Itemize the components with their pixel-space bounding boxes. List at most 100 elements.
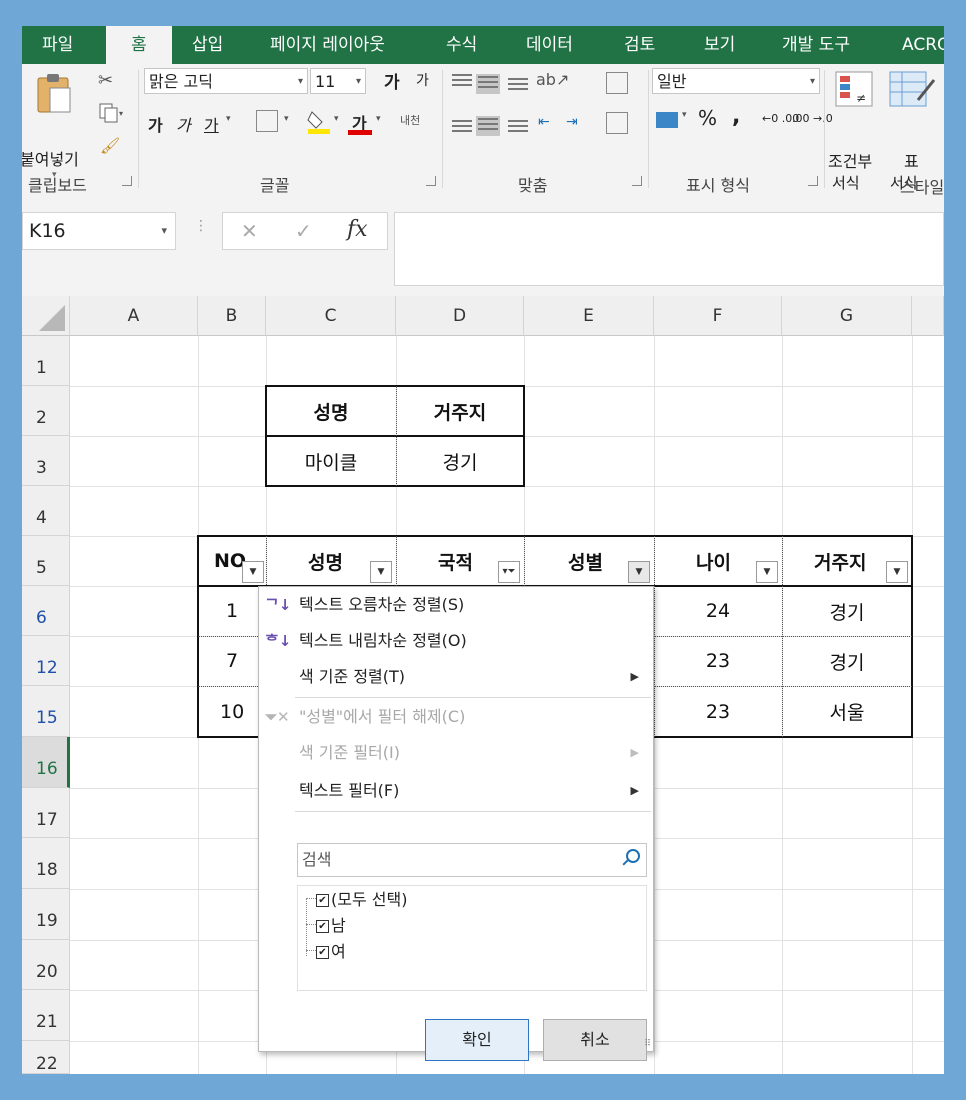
align-left-icon[interactable] [452,120,472,136]
fill-color-icon[interactable] [306,108,332,138]
paste-button[interactable] [34,72,78,120]
data-cell-age[interactable]: 24 [654,586,782,636]
data-cell-residence[interactable]: 경기 [782,636,912,686]
tab-view[interactable]: 보기 [704,26,735,64]
orientation-icon[interactable]: ab↗ [536,70,569,89]
small-table-cell-residence[interactable]: 경기 [396,436,524,486]
align-middle-icon[interactable] [476,74,500,94]
select-all-button[interactable] [22,296,70,336]
small-table-header-residence[interactable]: 거주지 [396,386,524,436]
bold-button[interactable]: 가 [148,112,163,136]
filter-by-color-item[interactable]: 색 기준 필터(I) ▶ [259,735,651,771]
row-header[interactable]: 5 [22,536,70,586]
shrink-font-button[interactable]: 가 [416,70,429,90]
row-header[interactable]: 15 [22,686,70,737]
data-cell-residence[interactable]: 경기 [782,586,912,636]
comma-button[interactable]: , [732,104,740,129]
tab-formulas[interactable]: 수식 [446,26,477,64]
resize-grip-icon[interactable]: ⠿ [644,1039,651,1049]
borders-icon[interactable] [256,110,278,132]
cancel-button[interactable]: 취소 [543,1019,647,1061]
tab-acrobat[interactable]: ACRO [902,26,944,64]
clear-filter-item[interactable]: ⏷✕ "성별"에서 필터 해제(C) [259,699,651,735]
data-cell-residence[interactable]: 서울 [782,686,912,737]
underline-button[interactable]: 가 [204,112,219,136]
align-right-icon[interactable] [508,120,528,136]
tab-insert[interactable]: 삽입 [192,26,223,64]
filter-dropdown-button[interactable]: ▼ [756,561,778,583]
cancel-formula-button[interactable]: ✕ [241,219,258,243]
clipboard-launcher-icon[interactable] [122,176,132,186]
sort-ascending-item[interactable]: ᄀ↓ 텍스트 오름차순 정렬(S) [259,587,651,623]
row-header-selected[interactable]: 16 [22,737,70,788]
tab-page-layout[interactable]: 페이지 레이아웃 [270,26,385,64]
enter-formula-button[interactable]: ✓ [295,219,312,243]
insert-function-button[interactable]: fx [347,217,368,242]
merge-center-icon[interactable] [606,112,628,134]
column-header-e[interactable]: E [524,296,654,336]
alignment-launcher-icon[interactable] [632,176,642,186]
small-table-cell-name[interactable]: 마이클 [266,436,396,486]
column-header-c[interactable]: C [266,296,396,336]
font-name-combo[interactable]: 맑은 고딕 ▾ [144,68,308,94]
column-header-h[interactable] [912,296,944,336]
row-header[interactable]: 18 [22,838,70,889]
row-header[interactable]: 3 [22,436,70,486]
format-painter-icon[interactable]: 🖌 [100,136,120,155]
column-header-b[interactable]: B [198,296,266,336]
font-size-combo[interactable]: 11 ▾ [310,68,366,94]
filter-dropdown-button[interactable]: ▼ [370,561,392,583]
filter-search-input[interactable]: 검색 [297,843,647,877]
sort-descending-item[interactable]: ᄒ↓ 텍스트 내림차순 정렬(O) [259,623,651,659]
increase-indent-icon[interactable]: ⇥ [566,114,578,130]
text-filter-item[interactable]: 텍스트 필터(F) ▶ [259,773,651,809]
row-header[interactable]: 12 [22,636,70,686]
row-header[interactable]: 4 [22,486,70,536]
align-bottom-icon[interactable] [508,78,528,94]
name-box[interactable]: K16 ▾ [22,212,176,250]
table-format-icon[interactable] [888,70,938,114]
number-format-combo[interactable]: 일반 ▾ [652,68,820,94]
tab-review[interactable]: 검토 [624,26,655,64]
number-launcher-icon[interactable] [808,176,818,186]
tab-data[interactable]: 데이터 [526,26,573,64]
data-cell-no[interactable]: 7 [198,636,266,686]
row-header[interactable]: 22 [22,1041,70,1074]
percent-button[interactable]: % [698,106,717,130]
align-center-icon[interactable] [476,116,500,136]
row-header[interactable]: 21 [22,990,70,1041]
row-header[interactable]: 17 [22,788,70,838]
italic-button[interactable]: 가 [176,112,191,136]
accounting-format-icon[interactable] [656,112,678,128]
align-top-icon[interactable] [452,74,472,90]
filter-value-male[interactable]: ✔ 남 [316,914,346,938]
formula-input[interactable] [394,212,944,286]
data-cell-age[interactable]: 23 [654,686,782,737]
row-header[interactable]: 19 [22,889,70,940]
filter-dropdown-button-open[interactable]: ▼ [628,561,650,583]
row-header[interactable]: 2 [22,386,70,436]
wrap-text-icon[interactable] [606,72,628,94]
cut-icon[interactable]: ✂ [98,70,113,91]
row-header[interactable]: 1 [22,336,70,386]
column-header-d[interactable]: D [396,296,524,336]
data-cell-no[interactable]: 1 [198,586,266,636]
column-header-g[interactable]: G [782,296,912,336]
data-cell-age[interactable]: 23 [654,636,782,686]
tab-developer[interactable]: 개발 도구 [782,26,850,64]
ok-button[interactable]: 확인 [425,1019,529,1061]
small-table-header-name[interactable]: 성명 [266,386,396,436]
filter-dropdown-button[interactable]: ▼ [886,561,908,583]
sort-by-color-item[interactable]: 색 기준 정렬(T) ▶ [259,659,651,695]
grow-font-button[interactable]: 가 [384,68,400,93]
tab-file[interactable]: 파일 [42,26,73,64]
phonetic-icon[interactable]: 내천 [400,112,420,128]
copy-icon[interactable]: ▾ [98,102,124,128]
row-header[interactable]: 6 [22,586,70,636]
row-header[interactable]: 20 [22,940,70,990]
tab-home[interactable]: 홈 [106,26,172,64]
decrease-indent-icon[interactable]: ⇤ [538,114,550,130]
drag-handle-icon[interactable]: ⋮ [194,218,208,234]
filter-dropdown-button[interactable]: ▼ [242,561,264,583]
decrease-decimal-button[interactable]: .00 →.0 [792,112,833,125]
